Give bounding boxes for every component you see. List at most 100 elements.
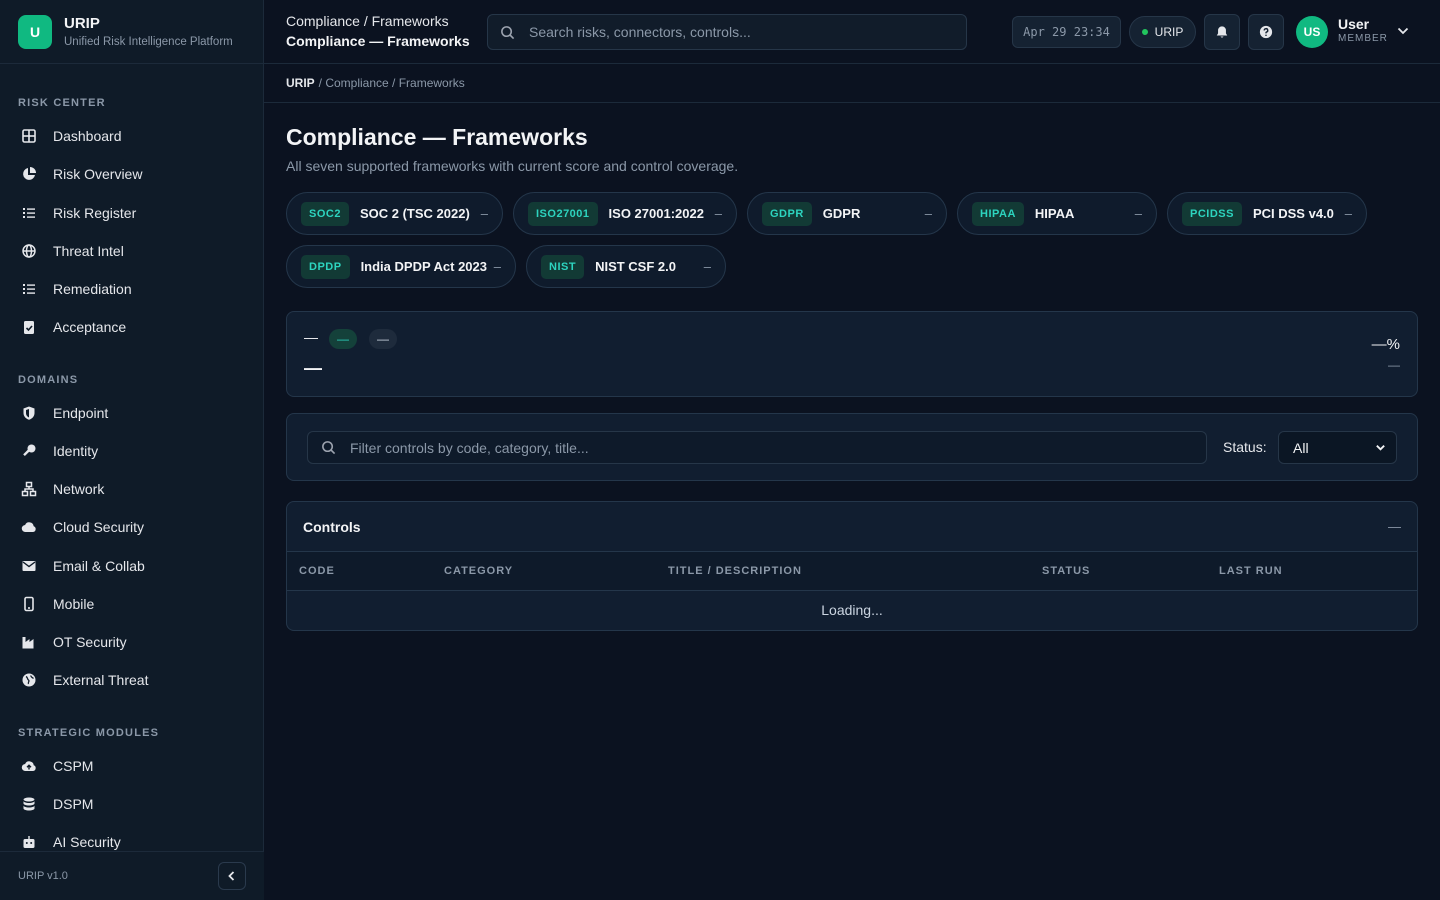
- framework-chip-pcidss[interactable]: PCIDSS PCI DSS v4.0 –: [1167, 192, 1367, 235]
- controls-table-header: CODE CATEGORY TITLE / DESCRIPTION STATUS…: [287, 552, 1417, 591]
- sidebar-item-network[interactable]: Network: [18, 473, 246, 505]
- sidebar-item-label: OT Security: [53, 634, 127, 650]
- column-header-code[interactable]: CODE: [299, 565, 335, 577]
- framework-score: –: [714, 206, 722, 221]
- column-header-title[interactable]: TITLE / DESCRIPTION: [668, 565, 802, 577]
- notifications-button[interactable]: [1204, 14, 1240, 50]
- sidebar-item-label: Endpoint: [53, 405, 109, 421]
- chevron-down-icon: [1376, 445, 1385, 451]
- controls-filter-panel: Status: All: [286, 413, 1418, 481]
- framework-chip-iso27001[interactable]: ISO27001 ISO 27001:2022 –: [513, 192, 737, 235]
- global-search-input[interactable]: [529, 24, 949, 40]
- status-select[interactable]: All: [1278, 431, 1397, 464]
- sidebar-item-dashboard[interactable]: Dashboard: [18, 120, 246, 152]
- user-name[interactable]: User: [1338, 16, 1369, 32]
- framework-chip-soc2[interactable]: SOC2 SOC 2 (TSC 2022) –: [286, 192, 503, 235]
- mobile-icon: [24, 596, 34, 612]
- sidebar-item-identity[interactable]: Identity: [18, 435, 246, 467]
- avatar[interactable]: US: [1296, 16, 1328, 48]
- help-button[interactable]: [1248, 14, 1284, 50]
- bell-icon: [1216, 26, 1228, 38]
- collapse-sidebar-button[interactable]: [218, 862, 246, 890]
- sidebar-item-label: Risk Register: [53, 205, 137, 221]
- framework-name: PCI DSS v4.0: [1252, 206, 1334, 221]
- controls-count: —: [1388, 519, 1401, 534]
- global-search[interactable]: [487, 14, 967, 50]
- list-icon: [23, 208, 35, 218]
- sidebar-item-risk-overview[interactable]: Risk Overview: [18, 158, 246, 190]
- framework-score: –: [703, 259, 711, 274]
- framework-code: PCIDSS: [1182, 201, 1242, 226]
- clock: Apr 29 23:34: [1012, 16, 1121, 48]
- section-domains: DOMAINS: [18, 374, 79, 386]
- sidebar-item-cloud-security[interactable]: Cloud Security: [18, 511, 246, 543]
- globe-icon: [22, 244, 36, 258]
- framework-chip-dpdp[interactable]: DPDP India DPDP Act 2023 –: [286, 245, 516, 288]
- section-strategic-modules: STRATEGIC MODULES: [18, 727, 160, 739]
- framework-title: —: [304, 329, 318, 345]
- framework-score: –: [924, 206, 932, 221]
- column-header-category[interactable]: CATEGORY: [444, 565, 513, 577]
- sidebar-item-cspm[interactable]: CSPM: [18, 750, 246, 782]
- tenant-badge[interactable]: URIP: [1129, 16, 1196, 48]
- sidebar-item-label: Risk Overview: [53, 166, 143, 182]
- key-icon: [23, 444, 36, 457]
- sidebar-item-threat-intel[interactable]: Threat Intel: [18, 235, 246, 267]
- framework-name: SOC 2 (TSC 2022): [359, 206, 470, 221]
- sidebar-item-endpoint[interactable]: Endpoint: [18, 397, 246, 429]
- sidebar-item-label: DSPM: [53, 796, 94, 812]
- sidebar-item-external-threat[interactable]: External Threat: [18, 664, 246, 696]
- brand-name: URIP: [64, 15, 100, 32]
- controls-title: Controls: [303, 519, 361, 535]
- sidebar-item-email-collab[interactable]: Email & Collab: [18, 550, 246, 582]
- column-header-status[interactable]: STATUS: [1042, 565, 1090, 577]
- controls-table-panel: Controls — CODE CATEGORY TITLE / DESCRIP…: [286, 501, 1418, 631]
- version-label: URIP v1.0: [18, 870, 68, 882]
- search-icon: [322, 441, 336, 455]
- sidebar-item-label: Identity: [53, 443, 99, 459]
- framework-code: HIPAA: [972, 201, 1024, 226]
- user-role: MEMBER: [1338, 33, 1388, 44]
- robot-icon: [23, 836, 35, 848]
- sidebar-item-label: CSPM: [53, 758, 94, 774]
- controls-filter[interactable]: [307, 431, 1207, 464]
- framework-score: –: [1344, 206, 1352, 221]
- status-filter-label: Status:: [1223, 439, 1267, 455]
- sidebar-item-acceptance[interactable]: Acceptance: [18, 311, 246, 343]
- framework-chip-hipaa[interactable]: HIPAA HIPAA –: [957, 192, 1157, 235]
- framework-code: GDPR: [762, 201, 812, 226]
- sidebar-item-remediation[interactable]: Remediation: [18, 273, 246, 305]
- framework-description: —: [304, 358, 322, 378]
- loading-indicator: Loading...: [821, 602, 883, 618]
- tenant-label: URIP: [1154, 25, 1184, 39]
- cloud-icon: [21, 522, 36, 533]
- sidebar-item-risk-register[interactable]: Risk Register: [18, 197, 246, 229]
- help-icon: [1259, 25, 1273, 39]
- sidebar-item-label: External Threat: [53, 672, 149, 688]
- sidebar-item-dspm[interactable]: DSPM: [18, 788, 246, 820]
- sidebar-item-label: Network: [53, 481, 105, 497]
- framework-code: DPDP: [301, 254, 350, 279]
- sidebar-item-mobile[interactable]: Mobile: [18, 588, 246, 620]
- sidebar-item-ot-security[interactable]: OT Security: [18, 626, 246, 658]
- clipboard-check-icon: [24, 321, 34, 334]
- framework-chip-nist[interactable]: NIST NIST CSF 2.0 –: [526, 245, 726, 288]
- framework-chip-gdpr[interactable]: GDPR GDPR –: [747, 192, 947, 235]
- chevron-down-icon[interactable]: [1396, 24, 1410, 38]
- sidebar-item-label: Acceptance: [53, 319, 127, 335]
- sidebar-item-label: AI Security: [53, 834, 121, 850]
- framework-pass-count: —: [1388, 358, 1400, 372]
- brand-logo[interactable]: U: [18, 14, 52, 49]
- sidebar: U URIP Unified Risk Intelligence Platfor…: [0, 0, 264, 900]
- framework-score: –: [493, 259, 501, 274]
- envelope-icon: [22, 561, 36, 571]
- topbar-page-title: Compliance — Frameworks: [286, 33, 470, 49]
- column-header-last-run[interactable]: LAST RUN: [1219, 565, 1283, 577]
- framework-name: NIST CSF 2.0: [595, 259, 676, 274]
- shield-icon: [23, 406, 35, 420]
- status-dot: [1141, 29, 1148, 35]
- controls-filter-input[interactable]: [350, 439, 1147, 456]
- framework-code: ISO27001: [528, 201, 598, 226]
- cloud-upload-icon: [21, 761, 36, 772]
- breadcrumb-root[interactable]: URIP: [286, 76, 315, 90]
